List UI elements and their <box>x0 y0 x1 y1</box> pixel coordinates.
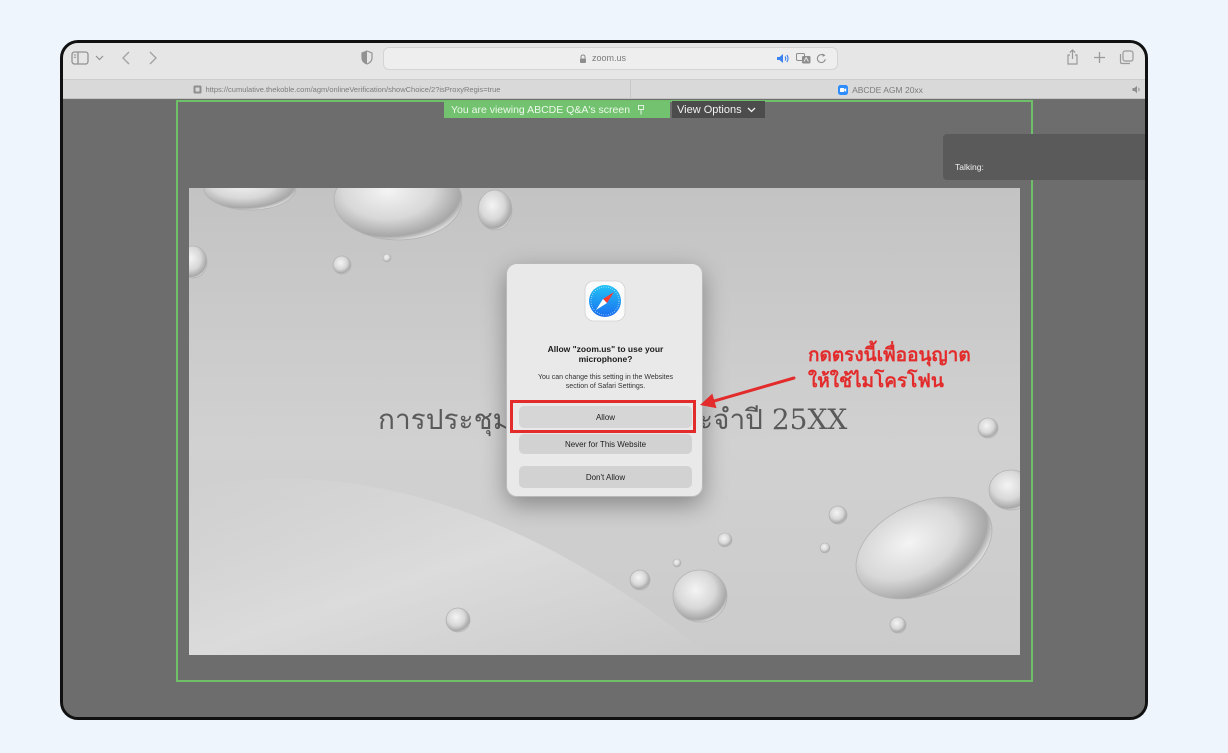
water-droplet <box>889 616 907 634</box>
dont-allow-button[interactable]: Don't Allow <box>519 466 692 488</box>
water-droplet <box>855 496 993 600</box>
microphone-permission-dialog: Allow "zoom.us" to use your microphone? … <box>506 263 703 497</box>
water-droplet <box>203 188 297 211</box>
water-droplet <box>717 532 733 548</box>
view-options-button[interactable]: View Options <box>672 101 765 118</box>
talking-indicator: Talking: <box>943 134 1145 180</box>
tab-overview-icon[interactable] <box>1119 50 1134 65</box>
page-favicon <box>193 85 202 94</box>
water-droplet <box>672 558 682 568</box>
translate-icon[interactable] <box>796 53 811 64</box>
annotation-text: กดตรงนี้เพื่ออนุญาต ให้ใช้ไมโครโฟน <box>808 342 971 394</box>
zoom-meeting-view: การประชุม ะจำปี 25XX You are viewing ABC… <box>63 99 1145 717</box>
tab-speaker-icon[interactable] <box>1132 85 1142 94</box>
tab-verification[interactable]: https://cumulative.thekoble.com/agm/onli… <box>63 80 630 99</box>
water-droplet <box>988 469 1020 511</box>
view-options-label: View Options <box>677 103 742 116</box>
new-tab-icon[interactable] <box>1093 51 1106 64</box>
device-frame: zoom.us https://cumulative.thekoble.com/… <box>60 40 1148 720</box>
allow-highlight-box <box>510 400 696 433</box>
speaker-icon[interactable] <box>776 53 790 64</box>
annotation-line-1: กดตรงนี้เพื่ออนุญาต <box>808 344 971 366</box>
screen-share-banner: You are viewing ABCDE Q&A's screen <box>444 101 670 118</box>
water-droplet <box>977 417 999 439</box>
water-droplet <box>332 255 352 275</box>
water-droplet <box>629 569 651 591</box>
water-droplet <box>445 607 471 633</box>
slide-highlight <box>189 478 709 655</box>
slide-title-left: การประชุม <box>378 403 512 436</box>
never-for-this-website-button[interactable]: Never for This Website <box>519 434 692 454</box>
annotation-line-2: ให้ใช้ไมโครโฟน <box>808 370 944 392</box>
water-droplet <box>819 542 831 554</box>
browser-toolbar: zoom.us <box>63 43 1145 79</box>
sidebar-icon[interactable] <box>71 51 89 65</box>
tab-label: ABCDE AGM 20xx <box>852 84 923 95</box>
water-droplet <box>333 188 463 241</box>
chevron-down-icon <box>747 107 756 113</box>
water-droplet <box>828 505 848 525</box>
water-droplet <box>382 253 392 263</box>
talking-label: Talking: <box>955 162 984 172</box>
forward-icon[interactable] <box>148 51 158 65</box>
tab-zoom-meeting[interactable]: ABCDE AGM 20xx <box>630 80 1130 99</box>
annotation-arrow <box>700 376 796 409</box>
tab-bar: https://cumulative.thekoble.com/agm/onli… <box>63 79 1145 99</box>
privacy-shield-icon[interactable] <box>361 50 373 65</box>
tab-label: https://cumulative.thekoble.com/agm/onli… <box>205 85 501 94</box>
water-droplet <box>477 189 513 231</box>
address-text: zoom.us <box>592 53 627 63</box>
chevron-down-icon[interactable] <box>95 55 104 61</box>
safari-compass-icon <box>584 280 626 322</box>
zoom-favicon <box>838 84 849 95</box>
water-droplet <box>672 569 728 623</box>
water-droplet <box>189 245 208 279</box>
share-status-icon <box>638 104 644 115</box>
address-bar[interactable]: zoom.us <box>383 47 838 70</box>
back-icon[interactable] <box>121 51 131 65</box>
share-icon[interactable] <box>1066 49 1079 65</box>
reload-icon[interactable] <box>816 53 827 64</box>
lock-icon <box>579 54 587 64</box>
screen-share-text: You are viewing ABCDE Q&A's screen <box>451 103 631 116</box>
dialog-message: You can change this setting in the Websi… <box>537 374 674 390</box>
dialog-title: Allow "zoom.us" to use your microphone? <box>547 344 664 364</box>
